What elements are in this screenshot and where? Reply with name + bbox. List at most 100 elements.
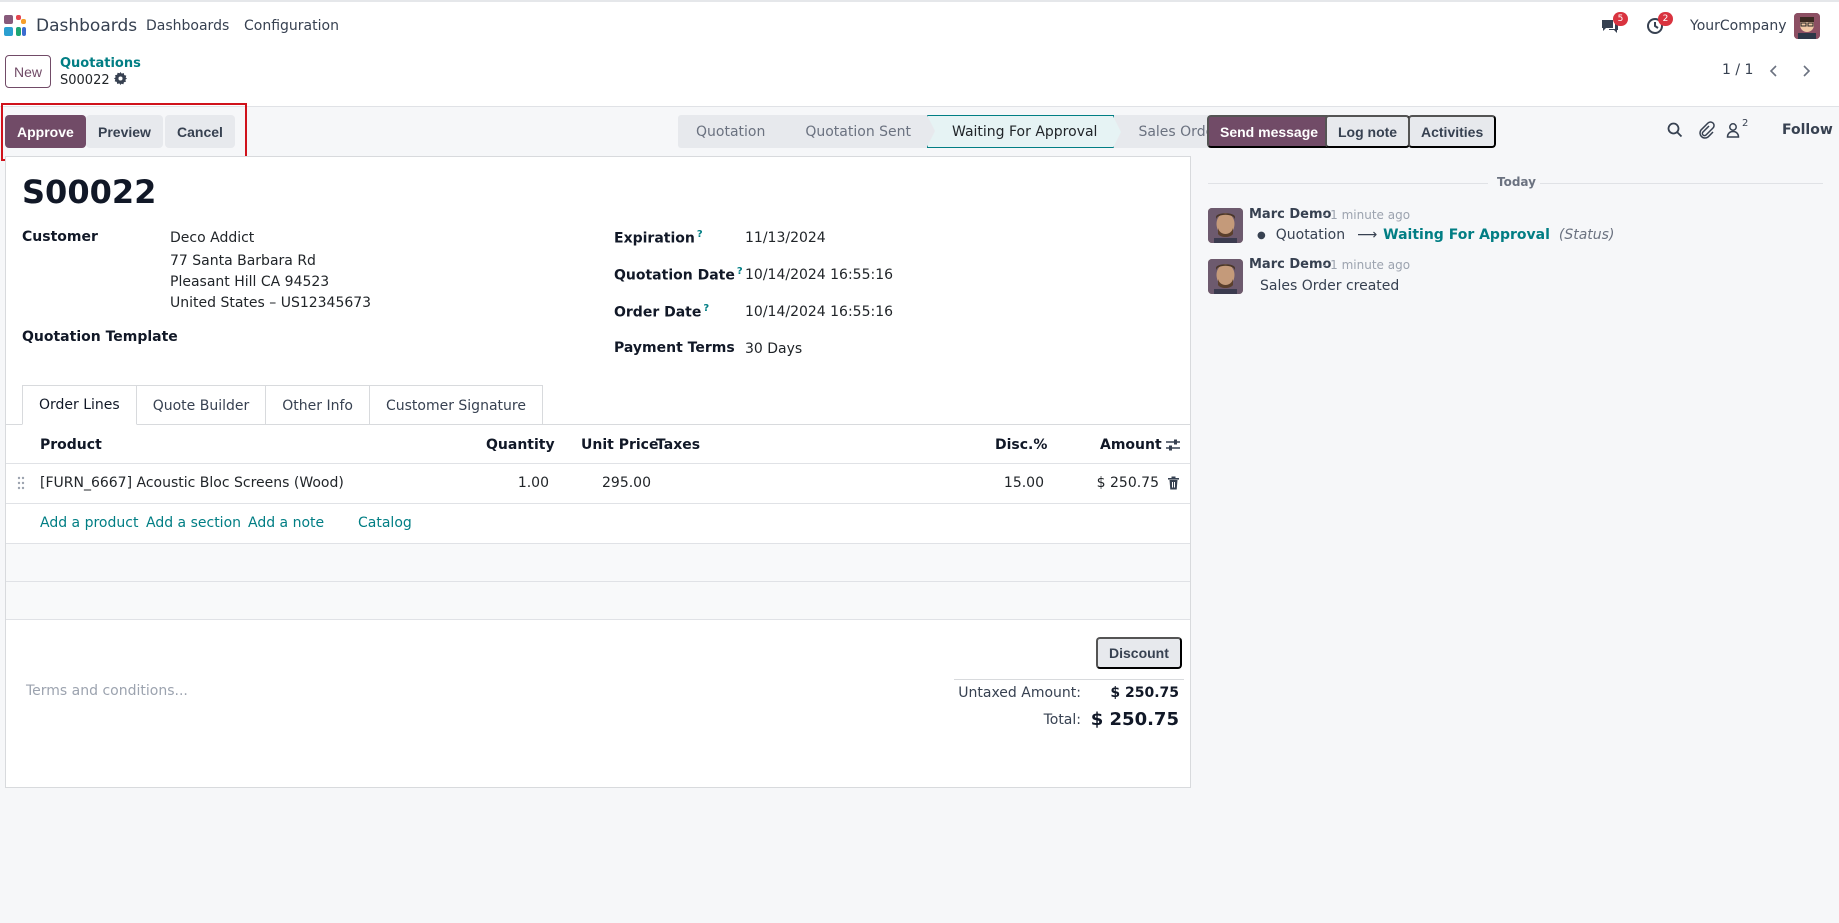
tracking-change: ● Quotation ⟶ Waiting For Approval (Stat… [1257, 227, 1614, 243]
total-label: Total: [1043, 712, 1081, 728]
discount-button[interactable]: Discount [1096, 637, 1182, 669]
stage-quotation[interactable]: Quotation [678, 115, 790, 148]
line-product[interactable]: [FURN_6667] Acoustic Bloc Screens (Wood) [40, 475, 344, 491]
activities-clock-icon[interactable]: 2 [1645, 12, 1673, 38]
breadcrumb-current: S00022 [60, 72, 127, 89]
search-icon[interactable] [1666, 121, 1686, 141]
messages-icon[interactable]: 5 [1600, 12, 1628, 38]
stage-waiting-for-approval[interactable]: Waiting For Approval [927, 115, 1122, 148]
gear-icon[interactable] [113, 72, 127, 89]
company-switcher[interactable]: YourCompany [1690, 18, 1787, 34]
activities-button[interactable]: Activities [1408, 115, 1497, 148]
expiration-field[interactable]: 11/13/2024 [745, 230, 826, 246]
customer-address-line3: United States – US12345673 [170, 295, 372, 311]
column-taxes[interactable]: Taxes [656, 437, 700, 453]
followers-count: 2 [1742, 118, 1749, 129]
tracking-new-value: Waiting For Approval [1383, 227, 1550, 243]
paperclip-icon[interactable] [1697, 121, 1717, 141]
pager-value[interactable]: 1 / 1 [1722, 62, 1753, 78]
customer-field[interactable]: Deco Addict [170, 230, 254, 246]
tab-other-info[interactable]: Other Info [265, 385, 370, 425]
message-time: - 1 minute ago [1322, 258, 1411, 272]
apps-menu-icon[interactable] [4, 15, 26, 37]
arrow-right-icon: ⟶ [1357, 227, 1378, 243]
pager-previous-icon[interactable] [1760, 58, 1788, 84]
trash-icon[interactable] [1167, 476, 1180, 494]
customer-label: Customer [22, 229, 98, 245]
line-amount: $ 250.75 [1096, 475, 1159, 491]
stage-label: Quotation [696, 123, 766, 140]
notebook-tabs: Order Lines Quote Builder Other Info Cus… [22, 385, 543, 425]
add-product-link[interactable]: Add a product [40, 515, 138, 531]
column-unit-price[interactable]: Unit Price [581, 437, 658, 453]
drag-handle-icon[interactable] [16, 476, 26, 494]
quotation-date-field[interactable]: 10/14/2024 16:55:16 [745, 267, 893, 283]
date-separator: Today [1497, 175, 1536, 189]
column-quantity[interactable]: Quantity [486, 437, 555, 453]
menu-dashboards[interactable]: Dashboards [146, 18, 229, 34]
activities-badge: 2 [1658, 12, 1673, 26]
top-navbar: Dashboards Dashboards Configuration 5 2 … [0, 0, 1839, 50]
column-product[interactable]: Product [40, 437, 102, 453]
add-note-link[interactable]: Add a note [248, 515, 324, 531]
column-discount[interactable]: Disc.% [995, 437, 1047, 453]
empty-row [6, 582, 1190, 620]
line-quantity[interactable]: 1.00 [494, 475, 549, 491]
control-panel: New Quotations S00022 1 / 1 [0, 50, 1839, 107]
status-bar: Quotation Quotation Sent Waiting For App… [678, 115, 1238, 148]
breadcrumb-current-label: S00022 [60, 73, 110, 88]
record-name: S00022 [22, 173, 157, 211]
breadcrumb-quotations[interactable]: Quotations [60, 56, 141, 71]
help-icon[interactable]: ? [697, 229, 703, 240]
stage-label: Waiting For Approval [952, 123, 1098, 140]
expiration-label: Expiration? [614, 229, 703, 247]
message-author[interactable]: Marc Demo [1249, 257, 1331, 272]
payment-terms-label: Payment Terms [614, 340, 735, 356]
bullet-icon: ● [1257, 229, 1266, 241]
untaxed-amount-label: Untaxed Amount: [958, 685, 1081, 701]
menu-configuration[interactable]: Configuration [244, 18, 339, 34]
pager-next-icon[interactable] [1792, 58, 1820, 84]
line-discount[interactable]: 15.00 [986, 475, 1044, 491]
add-section-link[interactable]: Add a section [146, 515, 241, 531]
message-author[interactable]: Marc Demo [1249, 207, 1331, 222]
catalog-link[interactable]: Catalog [358, 515, 412, 531]
tracking-old-value: Quotation [1275, 227, 1346, 243]
send-message-button[interactable]: Send message [1207, 115, 1332, 148]
messages-badge: 5 [1613, 12, 1628, 26]
total-value: $ 250.75 [1090, 709, 1179, 730]
expiration-label-text: Expiration [614, 230, 695, 247]
follow-button[interactable]: Follow [1782, 122, 1833, 138]
app-title[interactable]: Dashboards [36, 16, 137, 36]
message-time: - 1 minute ago [1322, 208, 1411, 222]
order-date-label-text: Order Date [614, 304, 702, 321]
stage-label: Quotation Sent [805, 123, 911, 140]
form-sheet: S00022 Customer Deco Addict 77 Santa Bar… [5, 156, 1191, 788]
author-avatar[interactable] [1208, 208, 1243, 243]
help-icon[interactable]: ? [737, 266, 743, 277]
column-settings-icon[interactable] [1164, 436, 1182, 458]
tab-order-lines[interactable]: Order Lines [22, 385, 137, 425]
followers-icon[interactable]: 2 [1726, 118, 1760, 141]
column-amount[interactable]: Amount [1100, 437, 1162, 453]
terms-conditions-input[interactable]: Terms and conditions... [26, 683, 188, 699]
stage-quotation-sent[interactable]: Quotation Sent [781, 115, 935, 148]
untaxed-amount-value: $ 250.75 [1110, 685, 1179, 701]
tracking-field: (Status) [1558, 227, 1615, 243]
author-avatar[interactable] [1208, 259, 1243, 294]
customer-address-line2: Pleasant Hill CA 94523 [170, 274, 330, 290]
user-avatar[interactable] [1794, 13, 1820, 39]
line-unit-price[interactable]: 295.00 [586, 475, 651, 491]
log-note-button[interactable]: Log note [1325, 115, 1411, 148]
order-date-label: Order Date? [614, 303, 709, 321]
tab-quote-builder[interactable]: Quote Builder [135, 385, 267, 425]
payment-terms-field[interactable]: 30 Days [745, 341, 802, 357]
order-date-field[interactable]: 10/14/2024 16:55:16 [745, 304, 893, 320]
quotation-date-label: Quotation Date? [614, 266, 743, 284]
highlight-box [1, 103, 247, 161]
message-body: Sales Order created [1260, 278, 1400, 294]
tab-customer-signature[interactable]: Customer Signature [368, 385, 543, 425]
new-button[interactable]: New [5, 55, 51, 88]
empty-row [6, 544, 1190, 582]
help-icon[interactable]: ? [703, 303, 709, 314]
